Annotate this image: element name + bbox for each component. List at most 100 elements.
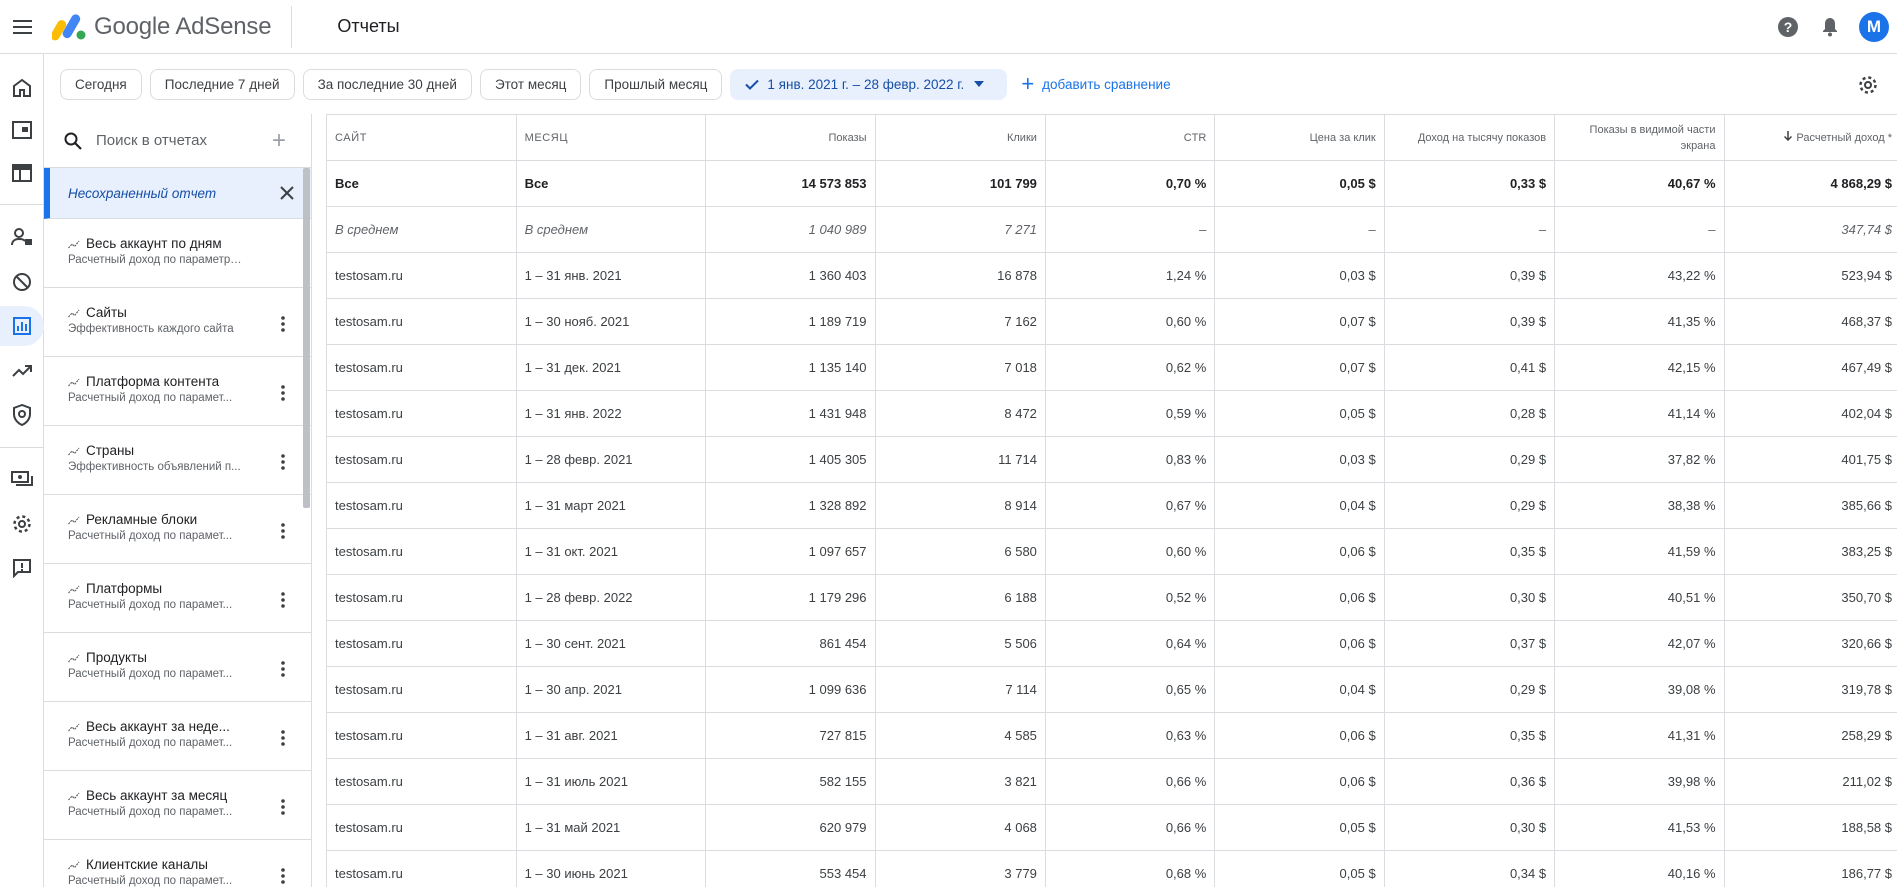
account-avatar[interactable]: M [1859,12,1889,42]
filter-last-month[interactable]: Прошлый месяц [589,68,723,100]
report-item-title: Весь аккаунт по дням [86,236,222,251]
column-header-estimated-earnings[interactable]: Расчетный доход * [1723,114,1897,161]
report-list-item[interactable]: Платформы Расчетный доход по парамет... [44,564,311,633]
filter-this-month[interactable]: Этот месяц [479,68,582,100]
report-list-scrollbar[interactable] [303,168,310,508]
search-input[interactable] [96,132,256,149]
report-list-item[interactable]: Платформа контента Расчетный доход по пар… [44,357,311,426]
report-list-item[interactable]: Продукты Расчетный доход по парамет... [44,633,311,702]
report-trend-icon [68,378,80,386]
column-header-clicks[interactable]: Клики [874,114,1046,161]
table-cell: 0,83 % [1044,436,1216,483]
column-header-impressions[interactable]: Показы [705,114,876,161]
table-cell: 1 405 305 [705,436,876,483]
table-row: testosam.ru 1 – 31 янв. 2021 1 360 403 16 8… [326,252,1897,299]
table-cell: testosam.ru [326,666,517,713]
column-header-ctr[interactable]: CTR [1044,114,1216,161]
table-total-row: Все Все 14 573 853 101 799 0,70 % 0,05 $0,33 … [326,160,1897,207]
table-cell: 0,05 $ [1214,850,1385,887]
table-header-row: Сайт Месяц Показы Клики CTR Цена за клик… [326,114,1897,161]
nav-payments[interactable] [0,459,44,499]
table-cell: 1,24 % [1044,252,1216,299]
table-cell: testosam.ru [326,390,517,437]
close-icon[interactable] [275,181,299,205]
table-cell: 101 799 [874,160,1046,207]
nav-feedback[interactable] [0,548,44,588]
report-item-subtitle: Расчетный доход по парамет... [68,530,233,542]
nav-settings[interactable] [0,504,44,544]
more-options-button[interactable] [273,519,293,543]
unsaved-report-item[interactable]: Несохраненный отчет [44,168,311,219]
more-options-button[interactable] [273,450,293,474]
more-options-button[interactable] [273,381,293,405]
adsense-logo[interactable]: Google AdSense [46,0,272,54]
filter-last-7-days[interactable]: Последние 7 дней [149,68,295,100]
more-options-button[interactable] [273,657,293,681]
column-header-cpc[interactable]: Цена за клик [1214,114,1385,161]
table-cell: 0,35 $ [1383,712,1556,759]
table-cell: 0,30 $ [1383,804,1556,851]
table-cell: testosam.ru [326,574,517,621]
column-header-month[interactable]: Месяц [515,114,707,161]
table-cell: testosam.ru [326,252,517,299]
table-cell: 1 179 296 [705,574,876,621]
report-list-item[interactable]: Весь аккаунт за неде... Расчетный доход п… [44,702,311,771]
filter-today[interactable]: Сегодня [60,68,142,100]
table-cell: 42,07 % [1554,620,1725,667]
table-cell: testosam.ru [326,804,517,851]
notifications-button[interactable] [1809,6,1851,48]
report-list-item[interactable]: Рекламные блоки Расчетный доход по параме… [44,495,311,564]
report-item-title: Страны [86,443,135,458]
more-options-button[interactable] [273,795,293,819]
filter-last-30-days[interactable]: За последние 30 дней [302,68,472,100]
report-trend-icon [68,585,80,593]
report-list-item[interactable]: Весь аккаунт за месяц Расчетный доход по … [44,771,311,840]
help-button[interactable]: ? [1767,6,1809,48]
more-options-button[interactable] [273,726,293,750]
nav-reports[interactable] [0,306,44,346]
more-options-button[interactable] [273,588,293,612]
table-cell: testosam.ru [326,620,517,667]
table-cell: 37,82 % [1554,436,1725,483]
report-item-title: Весь аккаунт за неде... [86,719,230,734]
nav-home[interactable] [0,68,44,108]
table-row: testosam.ru 1 – 30 нояб. 2021 1 189 719 7 1… [326,298,1897,345]
table-cell: 8 914 [874,482,1046,529]
nav-privacy[interactable] [0,217,44,257]
column-header-rpm[interactable]: Доход на тысячу показов [1383,114,1556,161]
table-cell: 553 454 [705,850,876,887]
table-cell: 3 779 [874,850,1046,887]
add-comparison-button[interactable]: + добавить сравнение [1021,73,1171,95]
table-cell: 39,08 % [1554,666,1725,713]
report-list-item[interactable]: Сайты Эффективность каждого сайта [44,288,311,357]
report-item-title: Весь аккаунт за месяц [86,788,228,803]
column-header-site[interactable]: Сайт [326,114,517,161]
more-vert-icon [281,523,285,539]
nav-blocking[interactable] [0,262,44,302]
hamburger-icon [13,19,32,34]
report-list-item[interactable]: Весь аккаунт по дням Расчетный доход по п… [44,219,311,288]
table-cell: 467,49 $ [1723,344,1897,391]
column-header-viewability[interactable]: Показы в видимой части экрана [1554,114,1725,161]
table-cell: testosam.ru [326,712,517,759]
more-options-button[interactable] [273,312,293,336]
table-cell: 861 454 [705,620,876,667]
add-comparison-label: добавить сравнение [1042,76,1171,92]
table-cell: 0,34 $ [1383,850,1556,887]
more-options-button[interactable] [273,864,293,887]
nav-ads[interactable] [0,153,44,193]
nav-policy-center[interactable] [0,395,44,435]
table-cell: 4 868,29 $ [1723,160,1897,207]
report-list-item[interactable]: Страны Эффективность объявлений п... [44,426,311,495]
new-report-plus-icon[interactable]: + [272,127,286,155]
table-cell: 0,06 $ [1214,528,1385,575]
table-cell: – [1044,206,1216,253]
date-range-selector[interactable]: 1 янв. 2021 г. – 28 февр. 2022 г. [730,68,1008,100]
main-menu-button[interactable] [0,4,46,50]
report-settings-button[interactable] [1851,68,1885,102]
nav-optimization[interactable] [0,351,44,391]
report-list-item[interactable]: Клиентские каналы Расчетный доход по пара… [44,840,311,887]
report-trend-icon [68,861,80,869]
more-vert-icon [281,868,285,884]
nav-sites[interactable] [0,110,44,150]
